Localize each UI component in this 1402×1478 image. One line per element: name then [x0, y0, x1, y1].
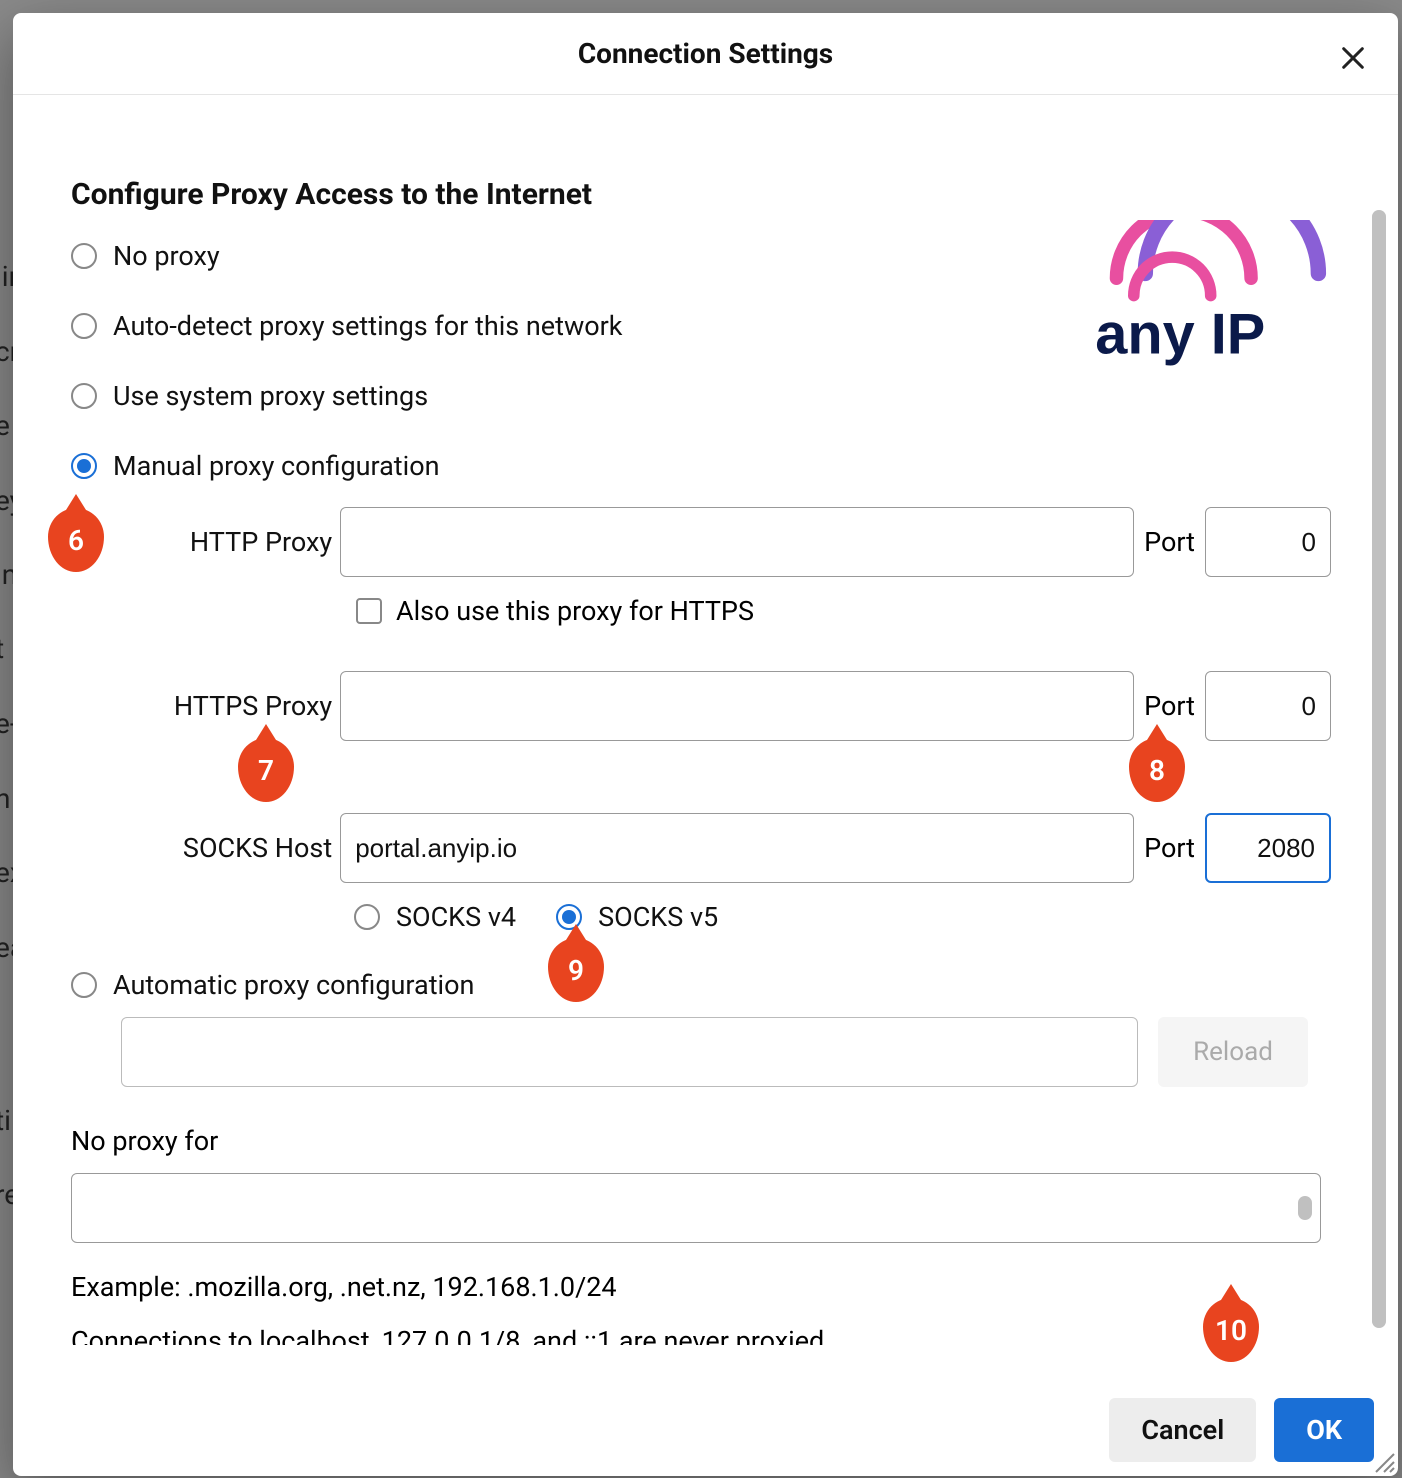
- radio-icon: [354, 904, 380, 930]
- scrollbar-thumb[interactable]: [1372, 210, 1386, 1328]
- radio-label: SOCKS v5: [598, 901, 718, 933]
- dialog-body: any IP Configure Proxy Access to the Int…: [13, 95, 1398, 1476]
- also-https-row[interactable]: Also use this proxy for HTTPS: [356, 595, 1331, 627]
- radio-icon: [71, 383, 97, 409]
- no-proxy-for-label: No proxy for: [71, 1125, 1331, 1157]
- port-label: Port: [1144, 832, 1195, 864]
- radio-label: Auto-detect proxy settings for this netw…: [113, 310, 622, 342]
- radio-auto-detect[interactable]: Auto-detect proxy settings for this netw…: [71, 310, 1331, 342]
- reload-button[interactable]: Reload: [1158, 1017, 1308, 1087]
- socks-host-input[interactable]: [340, 813, 1134, 883]
- auto-config-row: Reload: [71, 1017, 1331, 1087]
- resize-grip[interactable]: [1372, 1450, 1396, 1474]
- radio-system-proxy[interactable]: Use system proxy settings: [71, 380, 1331, 412]
- radio-label: No proxy: [113, 240, 220, 272]
- no-proxy-for-input[interactable]: [71, 1173, 1321, 1243]
- radio-socks-v4[interactable]: SOCKS v4: [354, 901, 516, 933]
- also-https-label: Also use this proxy for HTTPS: [396, 595, 754, 627]
- socks-host-label: SOCKS Host: [111, 832, 340, 864]
- radio-icon: [71, 972, 97, 998]
- https-proxy-label: HTTPS Proxy: [111, 690, 340, 722]
- radio-label: Manual proxy configuration: [113, 450, 440, 482]
- ok-button[interactable]: OK: [1274, 1398, 1374, 1462]
- checkbox-icon: [356, 598, 382, 624]
- radio-label: Use system proxy settings: [113, 380, 428, 412]
- http-port-input[interactable]: [1205, 507, 1331, 577]
- section-title: Configure Proxy Access to the Internet: [71, 177, 1331, 212]
- close-icon: [1339, 44, 1367, 72]
- port-label: Port: [1144, 526, 1195, 558]
- dialog-title: Connection Settings: [578, 37, 833, 70]
- note-text: Connections to localhost, 127.0.0.1/8, a…: [71, 1325, 1331, 1345]
- auto-config-url-input[interactable]: [121, 1017, 1138, 1087]
- dialog-footer: Cancel OK: [1109, 1398, 1374, 1462]
- http-proxy-label: HTTP Proxy: [111, 526, 340, 558]
- socks-port-input[interactable]: [1205, 813, 1331, 883]
- resize-grip-icon: [1372, 1450, 1396, 1474]
- cancel-button[interactable]: Cancel: [1109, 1398, 1256, 1462]
- socks-host-row: SOCKS Host Port: [111, 813, 1331, 883]
- radio-icon: [71, 453, 97, 479]
- radio-no-proxy[interactable]: No proxy: [71, 240, 1331, 272]
- bg-text: e: [0, 409, 10, 442]
- radio-icon: [71, 313, 97, 339]
- radio-label: Automatic proxy configuration: [113, 969, 474, 1001]
- close-button[interactable]: [1334, 39, 1372, 77]
- radio-auto-config[interactable]: Automatic proxy configuration: [71, 969, 1331, 1001]
- socks-version-row: SOCKS v4 SOCKS v5: [354, 901, 1331, 933]
- http-proxy-input[interactable]: [340, 507, 1134, 577]
- bg-text: t: [0, 632, 4, 665]
- example-text: Example: .mozilla.org, .net.nz, 192.168.…: [71, 1271, 1331, 1303]
- bg-text: ti: [0, 1104, 11, 1137]
- https-proxy-input[interactable]: [340, 671, 1134, 741]
- dialog-header: Connection Settings: [13, 13, 1398, 95]
- port-label: Port: [1144, 690, 1195, 722]
- connection-settings-dialog: Connection Settings any IP Configure Pro…: [13, 13, 1398, 1476]
- https-port-input[interactable]: [1205, 671, 1331, 741]
- http-proxy-row: HTTP Proxy Port: [111, 507, 1331, 577]
- radio-manual-proxy[interactable]: Manual proxy configuration: [71, 450, 1331, 482]
- radio-icon: [71, 243, 97, 269]
- radio-label: SOCKS v4: [396, 901, 516, 933]
